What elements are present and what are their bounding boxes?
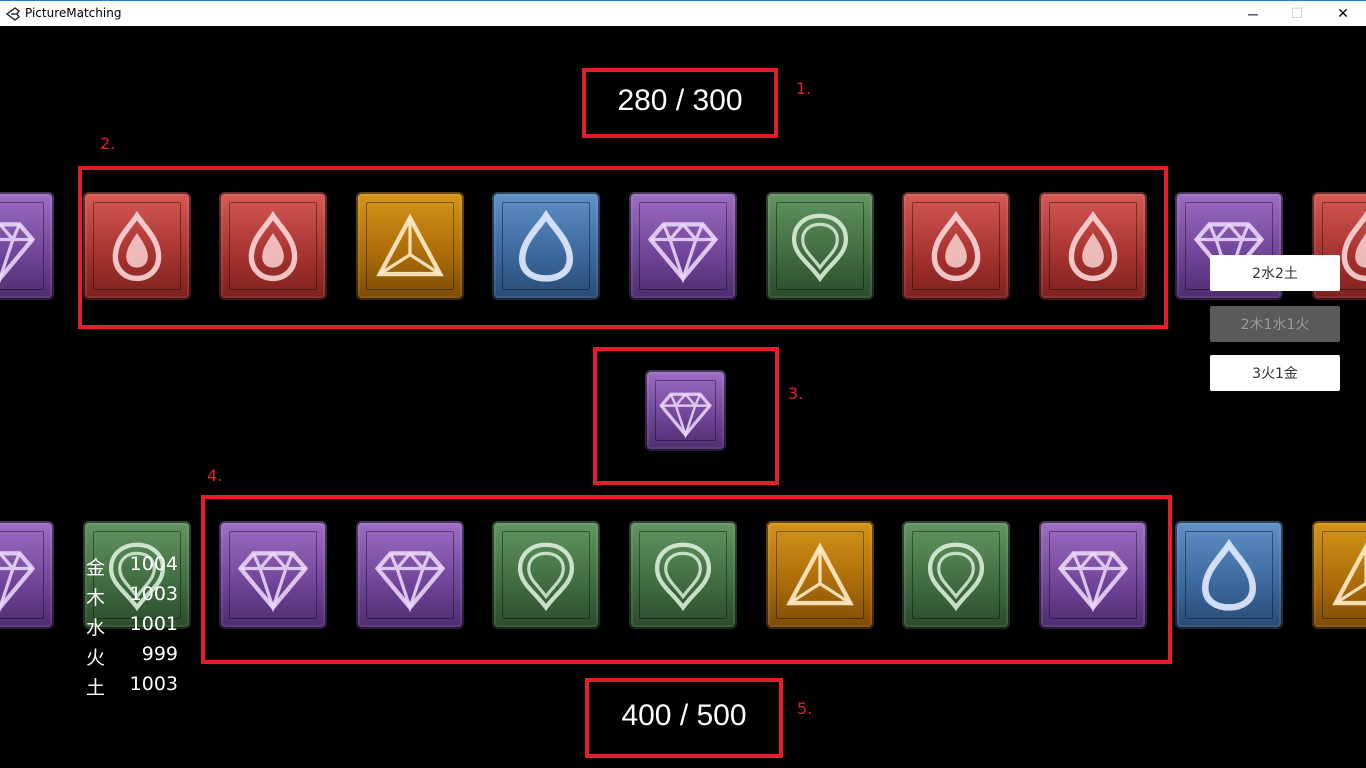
stat-value: 1003 [129, 673, 178, 695]
stat-key: 水 [86, 617, 106, 639]
bottom-counter: 400 / 500 [621, 699, 747, 732]
window-title: PictureMatching [25, 6, 122, 20]
stat-row-fire: 火 999 [86, 643, 206, 673]
highlight-box-2 [78, 166, 1168, 329]
water-drop-icon [1202, 538, 1257, 611]
gem-icon [0, 222, 36, 284]
tile-blue[interactable] [1175, 521, 1284, 629]
marker-1: 1. [796, 79, 812, 98]
combo-button-2wood-1water-1fire[interactable]: 2木1水1火 [1210, 306, 1340, 342]
marker-2: 2. [100, 134, 116, 153]
top-counter: 280 / 300 [617, 84, 743, 117]
game-area: 280 / 300 1. 2. 3. 4. 400 / 500 5. 2水2土 … [0, 26, 1366, 768]
stat-key: 木 [86, 587, 106, 609]
stat-row-water: 水 1001 [86, 613, 206, 643]
stat-row-earth: 土 1003 [86, 673, 206, 703]
maximize-button[interactable]: ☐ [1274, 1, 1320, 26]
gem-icon [0, 551, 36, 613]
tile-purple[interactable] [645, 370, 726, 451]
gem-icon [659, 392, 712, 439]
close-button[interactable]: ✕ [1320, 1, 1366, 26]
marker-4: 4. [207, 466, 223, 485]
pyramid-icon [1332, 542, 1366, 606]
stat-key: 金 [86, 557, 106, 579]
stat-row-wood: 木 1003 [86, 583, 206, 613]
title-bar: PictureMatching ─ ☐ ✕ [0, 0, 1366, 26]
stat-value: 1001 [129, 613, 178, 635]
marker-5: 5. [797, 699, 813, 718]
stat-key: 火 [86, 647, 106, 669]
combo-button-2water-2earth[interactable]: 2水2土 [1210, 255, 1340, 291]
tile-purple[interactable] [0, 521, 54, 629]
highlight-box-4 [201, 495, 1172, 664]
tile-gold[interactable] [1312, 521, 1366, 629]
stat-key: 土 [86, 677, 106, 699]
resource-stats: 金 1004 木 1003 水 1001 火 999 土 1003 [86, 553, 206, 703]
stat-value: 1003 [129, 583, 178, 605]
tile-purple[interactable] [0, 192, 54, 300]
stat-value: 999 [141, 643, 178, 665]
combo-button-3fire-1metal[interactable]: 3火1金 [1210, 355, 1340, 391]
stat-row-metal: 金 1004 [86, 553, 206, 583]
marker-3: 3. [788, 384, 804, 403]
unity-app-icon [5, 7, 20, 21]
stat-value: 1004 [129, 553, 178, 575]
minimize-button[interactable]: ─ [1230, 1, 1276, 26]
